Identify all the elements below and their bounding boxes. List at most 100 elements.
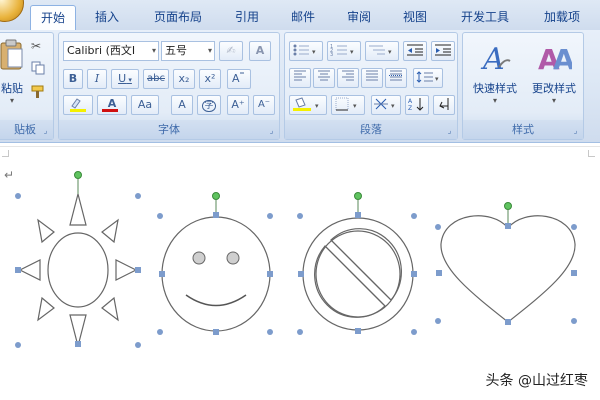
font-name-select[interactable]: Calibri (西文I ▾ [63, 41, 159, 61]
grow-font-button[interactable]: A⁺ [227, 95, 249, 115]
resize-handle[interactable] [505, 223, 511, 229]
resize-handle[interactable] [213, 329, 219, 335]
cut-icon[interactable]: ✂ [31, 39, 41, 53]
resize-handle[interactable] [267, 271, 273, 277]
resize-handle[interactable] [297, 213, 303, 219]
align-left-button[interactable] [289, 68, 311, 88]
rotate-handle[interactable] [212, 192, 220, 200]
office-button[interactable] [0, 0, 24, 22]
resize-handle[interactable] [157, 213, 163, 219]
char-border-button[interactable]: A [171, 95, 193, 115]
resize-handle[interactable] [411, 271, 417, 277]
bullets-button[interactable]: ▾ [289, 41, 323, 61]
change-styles-button[interactable]: A A 更改样式 ▾ [525, 39, 583, 119]
subscript-button[interactable]: x₂ [173, 69, 195, 89]
phonetic-guide-icon: A [232, 72, 244, 85]
tab-home[interactable]: 开始 [30, 5, 76, 30]
resize-handle[interactable] [436, 270, 442, 276]
svg-text:▾: ▾ [388, 48, 392, 56]
resize-handle[interactable] [157, 329, 163, 335]
strikethrough-button[interactable]: abc [143, 69, 169, 89]
superscript-button[interactable]: x² [199, 69, 221, 89]
rotate-handle[interactable] [74, 171, 82, 179]
quick-styles-button[interactable]: A 快速样式 ▾ [467, 39, 523, 119]
resize-handle[interactable] [571, 224, 577, 230]
underline-button[interactable]: U ▾ [111, 69, 139, 89]
align-center-button[interactable] [313, 68, 335, 88]
resize-handle[interactable] [213, 212, 219, 218]
resize-handle[interactable] [571, 318, 577, 324]
rotate-handle[interactable] [504, 202, 512, 210]
no-symbol-shape[interactable] [302, 217, 414, 331]
tab-insert[interactable]: 插入 [84, 5, 130, 30]
resize-handle[interactable] [267, 213, 273, 219]
resize-handle[interactable] [15, 193, 21, 199]
underline-label: U [118, 72, 127, 85]
tab-review[interactable]: 审阅 [336, 5, 382, 30]
resize-handle[interactable] [135, 267, 141, 273]
tab-view[interactable]: 视图 [392, 5, 438, 30]
tab-mailings[interactable]: 邮件 [280, 5, 326, 30]
phonetic-guide-button[interactable]: A [227, 69, 251, 89]
line-spacing-button[interactable]: ▾ [413, 68, 443, 88]
rotate-handle[interactable] [354, 192, 362, 200]
tab-references[interactable]: 引用 [224, 5, 270, 30]
styles-dialog-launcher[interactable]: ⌟ [571, 126, 580, 135]
resize-handle[interactable] [298, 271, 304, 277]
resize-handle[interactable] [411, 213, 417, 219]
resize-handle[interactable] [135, 342, 141, 348]
shrink-font-button[interactable]: A⁻ [253, 95, 275, 115]
resize-handle[interactable] [15, 342, 21, 348]
decrease-indent-button[interactable] [403, 41, 427, 61]
format-painter-icon[interactable] [31, 85, 47, 102]
resize-handle[interactable] [355, 212, 361, 218]
resize-handle[interactable] [159, 271, 165, 277]
ribbon-tab-bar: 开始 插入 页面布局 引用 邮件 审阅 视图 开发工具 加载项 [0, 0, 600, 31]
text-highlight-button[interactable] [63, 95, 93, 115]
paste-dropdown-arrow[interactable]: ▾ [0, 96, 25, 105]
bold-button[interactable]: B [63, 69, 83, 89]
font-size-select[interactable]: 五号 ▾ [161, 41, 215, 61]
paragraph-dialog-launcher[interactable]: ⌟ [445, 126, 454, 135]
tab-add-ins[interactable]: 加载项 [532, 5, 592, 30]
numbering-button[interactable]: 123 ▾ [327, 41, 361, 61]
resize-handle[interactable] [505, 319, 511, 325]
font-dialog-launcher[interactable]: ⌟ [267, 126, 276, 135]
resize-handle[interactable] [435, 224, 441, 230]
sun-shape[interactable] [18, 193, 138, 347]
resize-handle[interactable] [435, 318, 441, 324]
font-color-button[interactable]: A [97, 95, 127, 115]
align-right-icon [342, 70, 354, 81]
decrease-indent-icon [407, 44, 423, 56]
clear-format-button[interactable]: ✍ [219, 41, 243, 61]
multilevel-list-button[interactable]: ▾ [365, 41, 399, 61]
paste-button[interactable]: 粘贴 ▾ [0, 37, 25, 109]
resize-handle[interactable] [15, 267, 21, 273]
borders-button[interactable]: ▾ [331, 95, 365, 115]
char-style-button[interactable]: A [249, 41, 271, 61]
resize-handle[interactable] [355, 328, 361, 334]
chinese-layout-button[interactable]: ▾ [371, 95, 401, 115]
justify-button[interactable] [361, 68, 383, 88]
tab-developer[interactable]: 开发工具 [450, 5, 520, 30]
tab-page-layout[interactable]: 页面布局 [142, 5, 214, 30]
copy-icon[interactable] [31, 61, 45, 78]
shading-button[interactable]: ▾ [289, 95, 327, 115]
sort-button[interactable]: AZ [405, 95, 429, 115]
heart-shape[interactable] [440, 215, 576, 323]
clipboard-dialog-launcher[interactable]: ⌟ [41, 126, 50, 135]
resize-handle[interactable] [267, 329, 273, 335]
resize-handle[interactable] [411, 329, 417, 335]
change-case-button[interactable]: Aa [131, 95, 159, 115]
resize-handle[interactable] [135, 193, 141, 199]
enclose-chars-button[interactable]: 字 [197, 95, 221, 115]
resize-handle[interactable] [571, 270, 577, 276]
resize-handle[interactable] [75, 341, 81, 347]
distribute-button[interactable] [385, 68, 407, 88]
resize-handle[interactable] [297, 329, 303, 335]
increase-indent-button[interactable] [431, 41, 455, 61]
italic-button[interactable]: I [87, 69, 107, 89]
smiley-face-shape[interactable] [161, 216, 271, 332]
show-marks-button[interactable] [433, 95, 455, 115]
align-right-button[interactable] [337, 68, 359, 88]
